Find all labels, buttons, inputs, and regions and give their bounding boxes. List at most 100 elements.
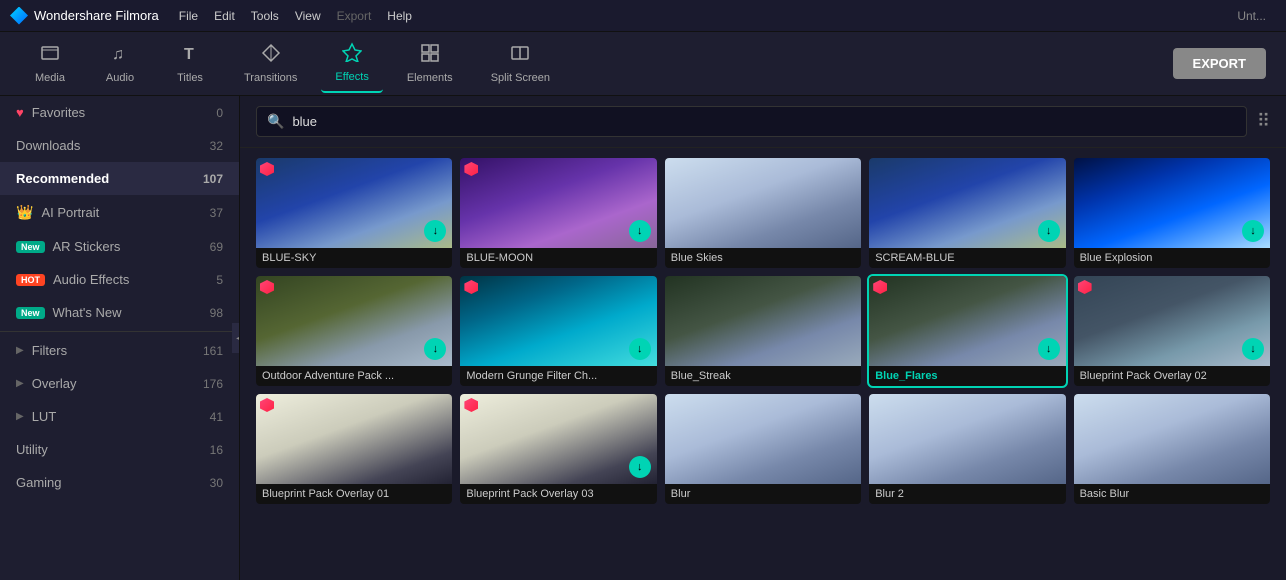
effect-card-13[interactable]: Blur: [665, 394, 861, 504]
svg-text:♫: ♫: [112, 46, 124, 63]
sidebar-item-whats-new[interactable]: New What's New 98: [0, 296, 239, 329]
favorites-heart-icon: ♥: [16, 105, 24, 120]
sidebar-item-ar-stickers[interactable]: New AR Stickers 69: [0, 230, 239, 263]
sidebar-item-favorites[interactable]: ♥ Favorites 0: [0, 96, 239, 129]
sidebar-filters-label: Filters: [32, 343, 67, 358]
sidebar-item-lut[interactable]: ▶ LUT 41: [0, 400, 239, 433]
effect-card-12[interactable]: ↓Blueprint Pack Overlay 03: [460, 394, 656, 504]
effect-thumb-1: ↓: [256, 158, 452, 248]
effect-card-2[interactable]: ↓BLUE-MOON: [460, 158, 656, 268]
menu-file[interactable]: File: [179, 9, 198, 23]
effect-name-9: Blue_Flares: [869, 366, 1065, 386]
download-btn-10[interactable]: ↓: [1242, 338, 1264, 360]
favorite-icon-6[interactable]: [260, 280, 274, 294]
search-input[interactable]: [292, 114, 1235, 129]
toolbar-transitions[interactable]: Transitions: [230, 35, 311, 92]
effect-thumb-8: [665, 276, 861, 366]
effect-thumb-14: [869, 394, 1065, 484]
sidebar-item-filters[interactable]: ▶ Filters 161: [0, 334, 239, 367]
effect-thumb-7: ↓: [460, 276, 656, 366]
effect-card-8[interactable]: Blue_Streak: [665, 276, 861, 386]
effect-card-15[interactable]: Basic Blur: [1074, 394, 1270, 504]
effect-name-10: Blueprint Pack Overlay 02: [1074, 366, 1270, 386]
sidebar-item-ai-portrait[interactable]: 👑 AI Portrait 37: [0, 195, 239, 230]
toolbar-split-screen[interactable]: Split Screen: [477, 35, 564, 92]
sidebar-collapse-button[interactable]: ◀: [232, 323, 240, 353]
toolbar-effects[interactable]: Effects: [321, 34, 382, 93]
sidebar-ar-count: 69: [210, 240, 223, 254]
sidebar-utility-left: Utility: [16, 442, 48, 457]
grid-view-icon[interactable]: ⠿: [1257, 111, 1270, 132]
sidebar-audio-effects-label: Audio Effects: [53, 272, 129, 287]
download-btn-7[interactable]: ↓: [629, 338, 651, 360]
toolbar-right: EXPORT: [1173, 48, 1266, 79]
menu-view[interactable]: View: [295, 9, 321, 23]
download-btn-6[interactable]: ↓: [424, 338, 446, 360]
sidebar-item-recommended[interactable]: Recommended 107: [0, 162, 239, 195]
effect-card-4[interactable]: ↓SCREAM-BLUE: [869, 158, 1065, 268]
sidebar-item-overlay[interactable]: ▶ Overlay 176: [0, 367, 239, 400]
effect-thumb-4: ↓: [869, 158, 1065, 248]
sidebar-item-downloads[interactable]: Downloads 32: [0, 129, 239, 162]
effect-name-11: Blueprint Pack Overlay 01: [256, 484, 452, 504]
effects-icon: [342, 42, 362, 67]
effect-card-1[interactable]: ↓BLUE-SKY: [256, 158, 452, 268]
new-badge-whats-new: New: [16, 307, 45, 319]
favorite-icon-7[interactable]: [464, 280, 478, 294]
sidebar-item-utility[interactable]: Utility 16: [0, 433, 239, 466]
favorite-icon-10[interactable]: [1078, 280, 1092, 294]
effect-thumb-6: ↓: [256, 276, 452, 366]
effect-name-8: Blue_Streak: [665, 366, 861, 386]
toolbar-media[interactable]: Media: [20, 35, 80, 92]
sidebar-gaming-left: Gaming: [16, 475, 62, 490]
download-btn-4[interactable]: ↓: [1038, 220, 1060, 242]
sidebar-recommended-left: Recommended: [16, 171, 109, 186]
download-btn-9[interactable]: ↓: [1038, 338, 1060, 360]
sidebar-ar-stickers-label: AR Stickers: [53, 239, 121, 254]
chevron-right-icon-2: ▶: [16, 378, 24, 389]
menu-export[interactable]: Export: [337, 9, 372, 23]
toolbar-audio[interactable]: ♫ Audio: [90, 35, 150, 92]
effect-card-11[interactable]: Blueprint Pack Overlay 01: [256, 394, 452, 504]
effect-card-10[interactable]: ↓ Blueprint Pack Overlay 02: [1074, 276, 1270, 386]
new-badge-ar: New: [16, 241, 45, 253]
sidebar-ai-portrait-label: AI Portrait: [41, 205, 99, 220]
effect-card-5[interactable]: ↓Blue Explosion: [1074, 158, 1270, 268]
download-btn-5[interactable]: ↓: [1242, 220, 1264, 242]
toolbar-elements[interactable]: Elements: [393, 35, 467, 92]
audio-icon: ♫: [110, 43, 130, 68]
menu-edit[interactable]: Edit: [214, 9, 235, 23]
sidebar-filters-count: 161: [203, 344, 223, 358]
menu-help[interactable]: Help: [387, 9, 412, 23]
effect-thumb-3: [665, 158, 861, 248]
effect-card-14[interactable]: Blur 2: [869, 394, 1065, 504]
download-btn-1[interactable]: ↓: [424, 220, 446, 242]
sidebar-item-gaming[interactable]: Gaming 30: [0, 466, 239, 499]
sidebar-lut-left: ▶ LUT: [16, 409, 56, 424]
favorite-icon-12[interactable]: [464, 398, 478, 412]
favorite-icon-1[interactable]: [260, 162, 274, 176]
favorite-icon-11[interactable]: [260, 398, 274, 412]
effect-card-3[interactable]: Blue Skies: [665, 158, 861, 268]
toolbar-titles[interactable]: T Titles: [160, 35, 220, 92]
sidebar-item-audio-effects[interactable]: HOT Audio Effects 5: [0, 263, 239, 296]
title-bar: Wondershare Filmora File Edit Tools View…: [0, 0, 1286, 32]
favorite-icon-9[interactable]: [873, 280, 887, 294]
content-area: 🔍 ⠿ ↓BLUE-SKY↓BLUE-MOONBlue Skies↓SCREAM…: [240, 96, 1286, 580]
download-btn-12[interactable]: ↓: [629, 456, 651, 478]
sidebar-lut-count: 41: [210, 410, 223, 424]
main-layout: ♥ Favorites 0 Downloads 32 Recommended 1…: [0, 96, 1286, 580]
download-btn-2[interactable]: ↓: [629, 220, 651, 242]
effect-card-6[interactable]: ↓Outdoor Adventure Pack ...: [256, 276, 452, 386]
sidebar-ai-portrait-left: 👑 AI Portrait: [16, 204, 99, 221]
effect-card-7[interactable]: ↓Modern Grunge Filter Ch...: [460, 276, 656, 386]
export-button[interactable]: EXPORT: [1173, 48, 1266, 79]
effect-thumb-13: [665, 394, 861, 484]
window-title: Unt...: [1237, 9, 1276, 23]
favorite-icon-2[interactable]: [464, 162, 478, 176]
effect-thumb-11: [256, 394, 452, 484]
effect-card-9[interactable]: ↓ Blue_Flares: [869, 276, 1065, 386]
sidebar-audio-left: HOT Audio Effects: [16, 272, 129, 287]
effect-thumb-15: [1074, 394, 1270, 484]
menu-tools[interactable]: Tools: [251, 9, 279, 23]
